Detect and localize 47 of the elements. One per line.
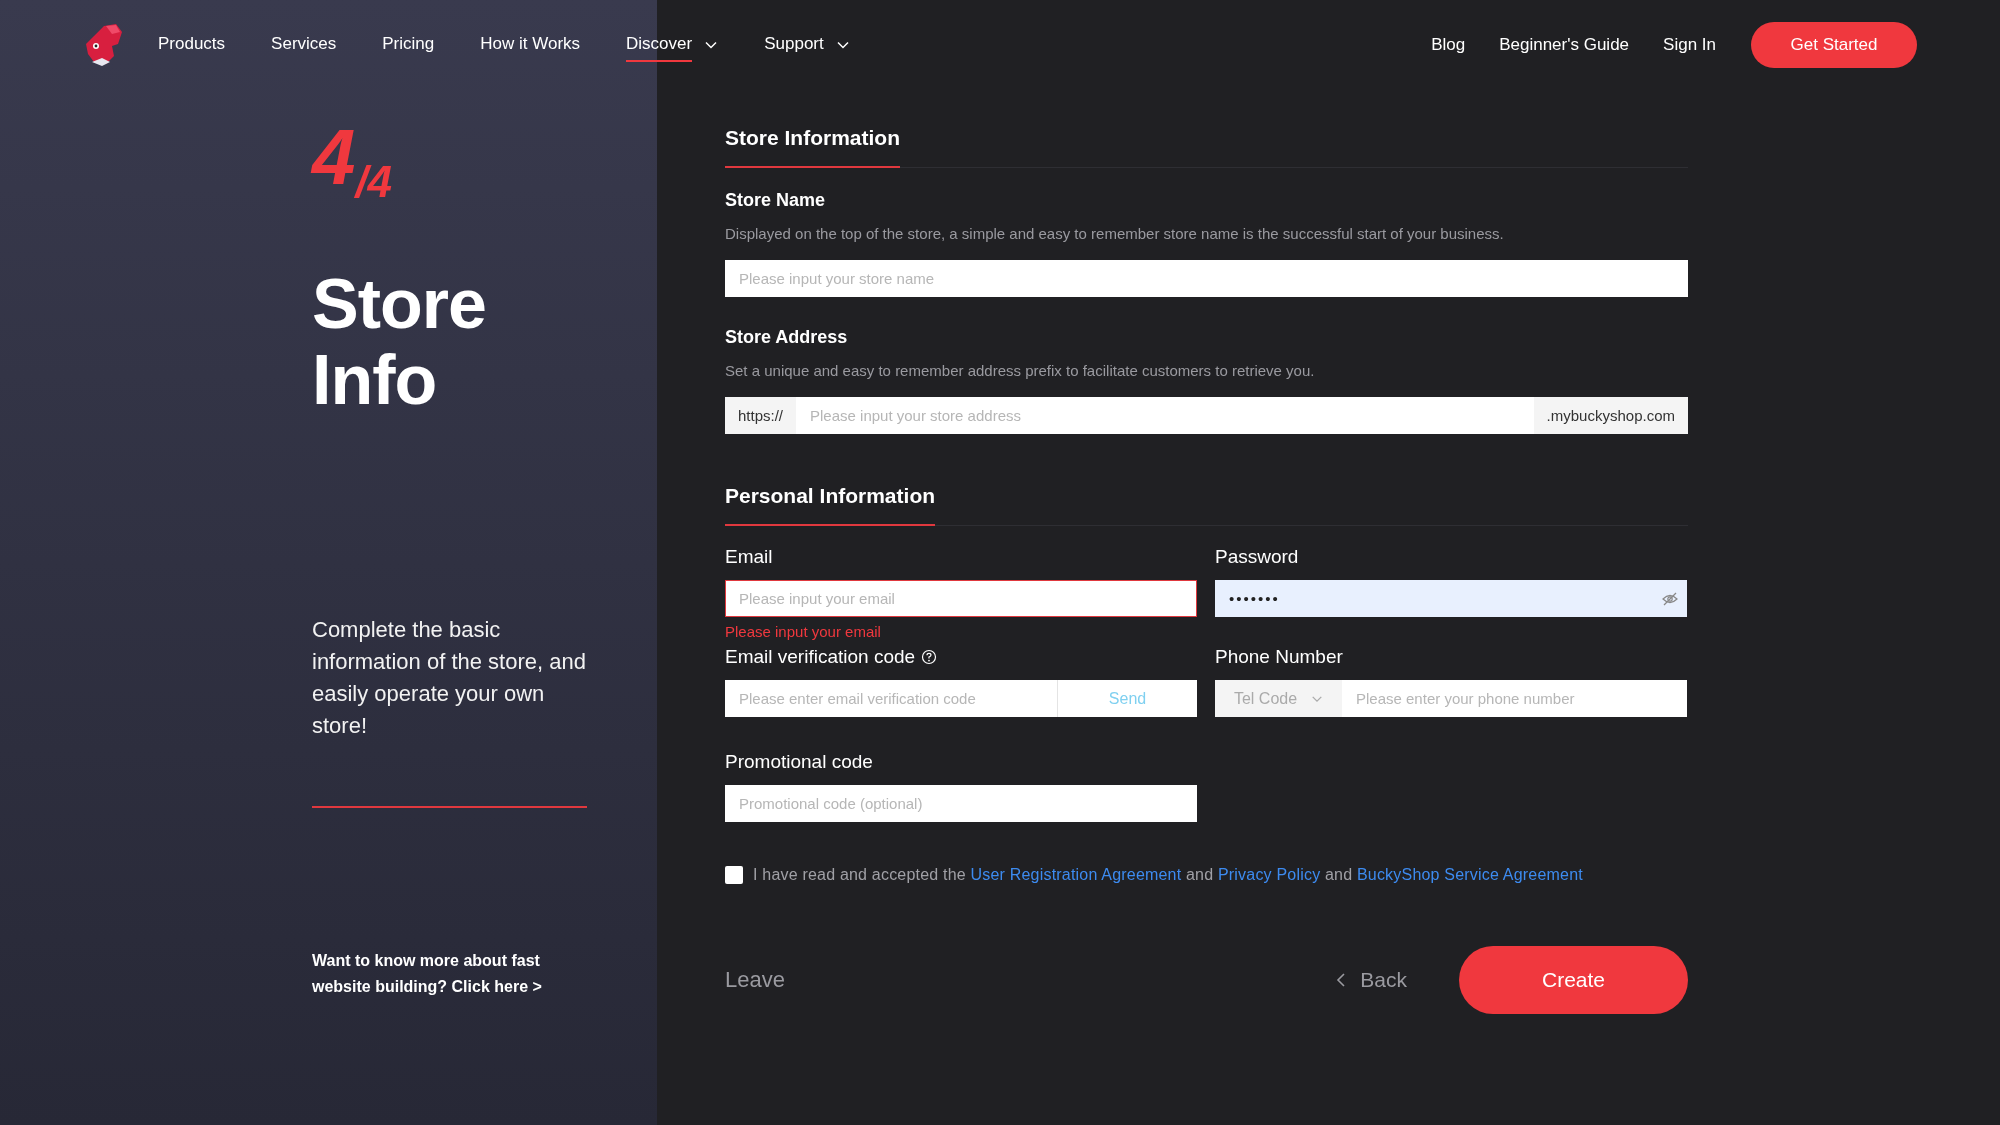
field-label: Email [725, 546, 774, 568]
nav-link[interactable]: Support [764, 28, 850, 62]
verification-code-field[interactable]: Please enter email verification code [725, 680, 1057, 717]
nav-link[interactable]: Sign In [1663, 35, 1716, 55]
agreement-checkbox[interactable] [725, 866, 743, 884]
url-prefix: https:// [725, 397, 797, 434]
help-link[interactable]: Want to know more about fast website building? Click here > [312, 948, 572, 1000]
nav-link[interactable]: Blog [1431, 35, 1466, 55]
domain-suffix: .mybuckyshop.com [1533, 397, 1688, 434]
help-icon[interactable] [921, 649, 938, 665]
page-title: Store Info [312, 266, 487, 418]
email-field[interactable]: Please input your email [725, 580, 1197, 617]
leave-link[interactable]: Leave [725, 967, 785, 993]
field-label: Store Name [725, 190, 827, 211]
step-number: 4 [312, 118, 356, 196]
nav-link[interactable]: Beginner's Guide [1499, 35, 1630, 55]
hide-password-button[interactable] [1653, 580, 1687, 617]
field-label: Phone Number [1215, 646, 1344, 668]
nav-link[interactable]: Services [271, 28, 337, 62]
eye-slash-icon [1662, 590, 1678, 607]
agreement-link[interactable]: Privacy Policy [1217, 866, 1321, 883]
field-label: Password [1215, 546, 1300, 568]
get-started-button[interactable]: Get Started [1751, 22, 1917, 68]
agreement-link[interactable]: User Registration Agreement [970, 866, 1182, 883]
nav-link[interactable]: Pricing [382, 28, 435, 62]
store-address-field[interactable]: Please input your store address [796, 397, 1534, 434]
agreement-text: I have read and accepted the User Registration Agreement and Privacy Policy and BuckyShop Service Agreement [753, 866, 1583, 884]
store-name-field[interactable]: Please input your store name [725, 260, 1688, 297]
password-field[interactable]: ••••••• [1215, 580, 1653, 617]
agreement-link[interactable]: BuckyShop Service Agreement [1356, 866, 1583, 883]
field-label: Store Address [725, 327, 849, 348]
field-description: Set a unique and easy to remember address prefix to facilitate customers to retrieve you. [725, 362, 1316, 379]
step-total: /4 [355, 160, 393, 204]
nav-link[interactable]: How it Works [480, 28, 581, 62]
phone-number-field[interactable]: Please enter your phone number [1342, 680, 1687, 717]
create-button[interactable]: Create [1459, 946, 1688, 1014]
promo-code-field[interactable]: Promotional code (optional) [725, 785, 1197, 822]
field-description: Displayed on the top of the store, a simple and easy to remember store name is the successful start of your business. [725, 225, 1505, 242]
intro-text: Complete the basic information of the store, and easily operate your own store! [312, 616, 587, 740]
nav-link[interactable]: Products [158, 28, 226, 62]
field-label-text: Email verification code [725, 646, 916, 668]
nav-link[interactable]: Discover [626, 28, 719, 62]
field-label: Promotional code [725, 751, 874, 773]
back-button[interactable]: Back [1328, 967, 1413, 993]
error-message: Please input your email [725, 623, 882, 640]
section-title: Personal Information [725, 484, 936, 526]
section-title: Store Information [725, 126, 900, 168]
